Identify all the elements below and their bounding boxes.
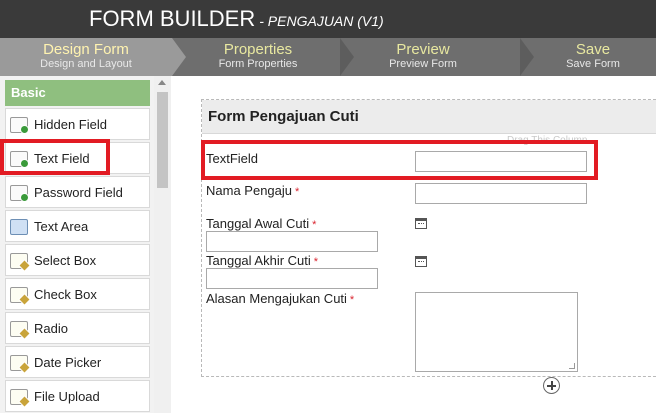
highlight-box-canvas-textfield [201, 140, 598, 180]
form-header[interactable]: Form Pengajuan Cuti [202, 100, 656, 134]
step-label: Preview [396, 41, 450, 58]
check-box-icon [10, 287, 28, 303]
palette-item-label: Text Area [34, 219, 89, 234]
wizard-steps: Design Form Design and Layout Properties… [0, 38, 656, 76]
highlight-box-palette-text-field [0, 139, 110, 175]
tanggal-awal-cuti-input[interactable] [206, 231, 378, 252]
app-subtitle: - PENGAJUAN (V1) [259, 13, 384, 29]
step-properties[interactable]: Properties Form Properties [186, 38, 330, 76]
required-marker: * [312, 219, 317, 231]
palette-item-file-upload[interactable]: File Upload [5, 380, 150, 412]
field-label-text: Nama Pengaju [206, 183, 292, 198]
scrollbar-thumb[interactable] [157, 92, 168, 188]
hidden-field-icon [10, 117, 29, 134]
step-preview[interactable]: Preview Preview Form [354, 38, 492, 76]
field-label-text: Tanggal Akhir Cuti [206, 253, 311, 268]
palette-scrollbar[interactable] [154, 76, 171, 413]
palette-item-radio[interactable]: Radio [5, 312, 150, 344]
step-design-form[interactable]: Design Form Design and Layout [0, 38, 172, 76]
field-palette: Basic Hidden Field Text Field Password F… [0, 76, 171, 413]
alasan-mengajukan-cuti-textarea[interactable] [415, 292, 578, 372]
tanggal-akhir-cuti-input[interactable] [206, 268, 378, 289]
palette-category-basic[interactable]: Basic [5, 80, 150, 106]
file-upload-icon [10, 389, 28, 405]
palette-item-label: Check Box [34, 287, 97, 302]
palette-item-select-box[interactable]: Select Box [5, 244, 150, 276]
palette-item-check-box[interactable]: Check Box [5, 278, 150, 310]
nama-pengaju-input[interactable] [415, 183, 587, 204]
form-title: Form Pengajuan Cuti [208, 108, 359, 125]
step-label: Save [575, 41, 611, 58]
required-marker: * [295, 186, 300, 198]
field-label-nama-pengaju: Nama Pengaju * [206, 183, 299, 198]
resize-grip-icon[interactable] [569, 363, 575, 369]
step-separator [340, 38, 354, 76]
field-label-tanggal-akhir-cuti: Tanggal Akhir Cuti * [206, 253, 318, 268]
step-label: Design Form [43, 41, 129, 58]
add-row-plus-icon[interactable] [543, 377, 560, 394]
step-separator [172, 38, 186, 76]
palette-item-label: Hidden Field [34, 117, 107, 132]
scroll-up-arrow-icon[interactable] [158, 80, 166, 85]
radio-icon [10, 321, 28, 337]
required-marker: * [349, 294, 355, 306]
palette-item-password-field[interactable]: Password Field [5, 176, 150, 208]
design-canvas: Form Pengajuan Cuti Drag This Column Tex… [171, 76, 656, 413]
select-box-icon [10, 253, 28, 269]
text-area-icon [10, 219, 28, 235]
palette-item-date-picker[interactable]: Date Picker [5, 346, 150, 378]
field-label-text: Alasan Mengajukan Cuti [206, 291, 347, 306]
step-sublabel: Save Form [566, 58, 620, 70]
app-title: FORM BUILDER - PENGAJUAN (V1) [89, 6, 384, 32]
app-title-text: FORM BUILDER [89, 6, 256, 31]
step-sublabel: Form Properties [218, 58, 298, 70]
calendar-icon[interactable] [415, 218, 427, 229]
step-label: Properties [223, 41, 293, 58]
password-field-icon [10, 185, 29, 202]
step-sublabel: Preview Form [389, 58, 457, 70]
title-bar: FORM BUILDER - PENGAJUAN (V1) [0, 0, 656, 38]
field-label-tanggal-awal-cuti: Tanggal Awal Cuti * [206, 216, 316, 231]
field-label-text: Tanggal Awal Cuti [206, 216, 310, 231]
step-separator [520, 38, 534, 76]
calendar-icon[interactable] [415, 256, 427, 267]
palette-item-label: Radio [34, 321, 68, 336]
palette-item-text-area[interactable]: Text Area [5, 210, 150, 242]
date-picker-icon [10, 355, 28, 371]
step-save[interactable]: Save Save Form [538, 38, 648, 76]
palette-item-label: Date Picker [34, 355, 102, 370]
required-marker: * [313, 256, 319, 268]
palette-item-hidden-field[interactable]: Hidden Field [5, 108, 150, 140]
step-sublabel: Design and Layout [40, 58, 132, 70]
palette-item-label: Password Field [34, 185, 123, 200]
palette-item-label: Select Box [34, 253, 97, 268]
field-label-alasan-mengajukan-cuti: Alasan Mengajukan Cuti * [206, 291, 354, 306]
palette-item-label: File Upload [34, 389, 100, 404]
